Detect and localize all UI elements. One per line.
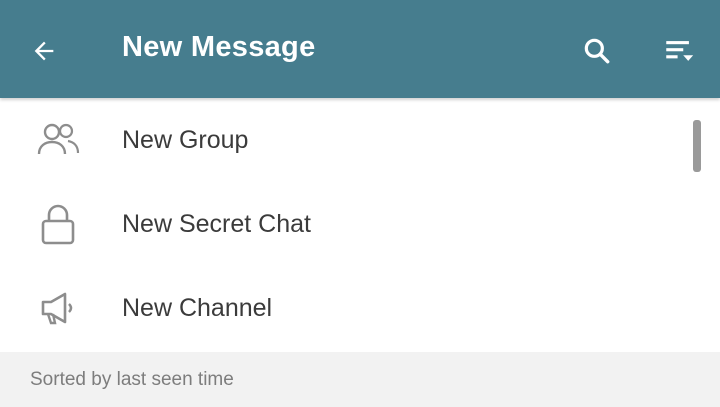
action-list: New Group New Secret Chat New Channel: [0, 98, 720, 352]
scrollbar[interactable]: [693, 120, 701, 172]
back-button[interactable]: [22, 29, 66, 73]
new-secret-chat-item[interactable]: New Secret Chat: [0, 182, 720, 266]
sort-icon: [666, 41, 694, 61]
sort-order-label: Sorted by last seen time: [30, 369, 234, 390]
search-button[interactable]: [574, 28, 620, 74]
search-icon: [584, 38, 610, 64]
page-title: New Message: [122, 31, 316, 63]
top-app-bar: New Message: [0, 0, 720, 98]
new-secret-chat-label: New Secret Chat: [122, 209, 311, 238]
new-group-item[interactable]: New Group: [0, 98, 720, 182]
contacts-section-header: Sorted by last seen time: [0, 352, 720, 407]
new-group-label: New Group: [122, 125, 249, 154]
sort-button[interactable]: [656, 28, 702, 74]
lock-icon: [32, 198, 84, 250]
new-channel-item[interactable]: New Channel: [0, 266, 720, 350]
new-channel-label: New Channel: [122, 293, 273, 322]
arrow-left-icon: [34, 41, 54, 61]
group-icon: [32, 114, 84, 166]
new-message-screen: New Message New Group New Secret Chat Ne…: [0, 0, 720, 407]
megaphone-icon: [32, 282, 84, 334]
